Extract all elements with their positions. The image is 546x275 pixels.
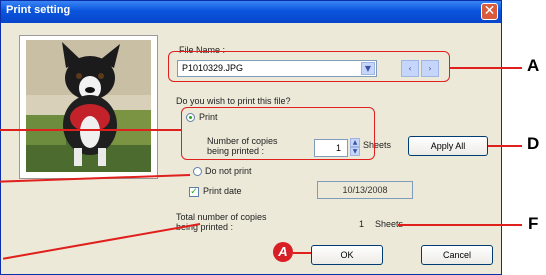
- print-date-label: Print date: [203, 186, 242, 196]
- callout-line-print: [0, 129, 181, 131]
- callout-label-a: A: [527, 56, 540, 75]
- callout-label-f: F: [528, 214, 539, 233]
- print-date-checkbox[interactable]: ✓: [189, 187, 199, 197]
- callout-box-print: [181, 107, 375, 160]
- window-title: Print setting: [6, 4, 71, 16]
- callout-line-ok: [293, 252, 311, 254]
- callout-line-f: [398, 224, 522, 226]
- ok-button[interactable]: OK: [311, 245, 383, 265]
- do-not-print-radio[interactable]: [193, 167, 202, 176]
- print-date-field: 10/13/2008: [317, 181, 413, 199]
- do-not-print-label: Do not print: [205, 166, 252, 176]
- print-question: Do you wish to print this file?: [176, 96, 291, 106]
- dog-photo: [26, 40, 151, 172]
- callout-badge-a: A: [273, 242, 293, 262]
- callout-line-a: [450, 67, 522, 69]
- title-bar[interactable]: Print setting ✕: [1, 1, 501, 23]
- callout-label-d: D: [527, 134, 540, 153]
- callout-line-d: [488, 145, 522, 147]
- total-label-line1: Total number of copies: [176, 212, 267, 222]
- cancel-button[interactable]: Cancel: [421, 245, 493, 265]
- total-value: 1: [359, 219, 365, 229]
- apply-all-button[interactable]: Apply All: [408, 136, 488, 156]
- callout-box-file: [168, 51, 450, 82]
- photo-preview: [19, 35, 158, 179]
- close-icon[interactable]: ✕: [481, 3, 498, 20]
